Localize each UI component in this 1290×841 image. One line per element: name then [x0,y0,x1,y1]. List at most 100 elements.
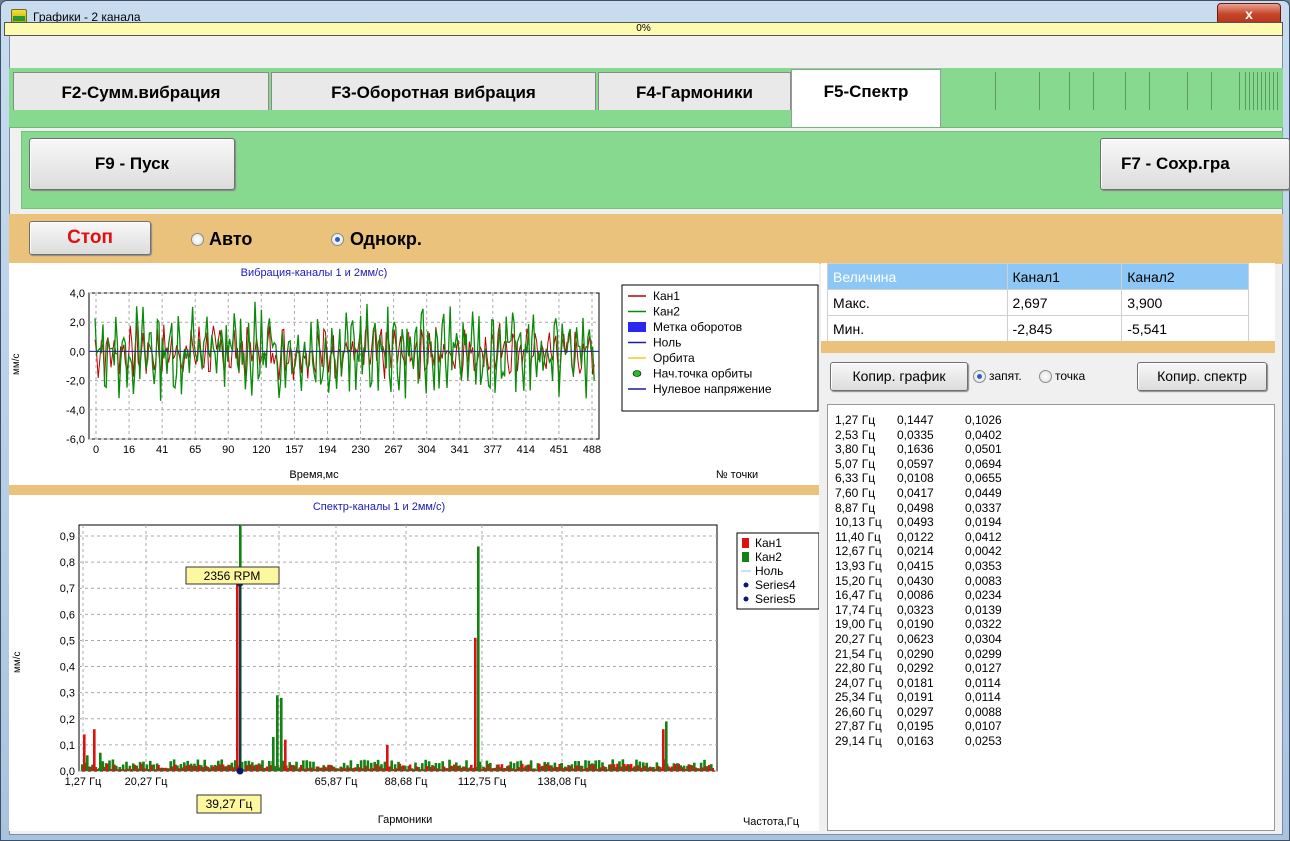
comma-radio[interactable] [973,370,986,383]
legend-swatch [742,538,749,548]
x-tick-label: 0 [93,444,99,456]
single-shot-radio[interactable] [331,233,344,246]
list-channel2-value: 0,0402 [965,427,1002,442]
list-channel2-value: 0,0501 [965,442,1002,457]
stats-table: Величина Канал1 Канал2 Макс. 2,697 3,900… [827,263,1249,342]
list-channel1-value: 0,1447 [897,413,934,427]
list-frequency: 10,13 Гц [835,515,882,530]
list-channel2-value: 0,0088 [965,704,1002,719]
list-channel2-value: 0,0234 [965,588,1002,603]
table-cell: -5,541 [1121,315,1249,342]
spectrum-bar [284,739,287,771]
list-frequency: 26,60 Гц [835,704,882,719]
vibration-chart-title: Вибрация-каналы 1 и 2мм/с) [241,267,388,279]
list-item: 1,27 Гц 0,1447 0,1026 [835,413,1025,428]
list-channel1-value: 0,0108 [897,471,934,486]
list-frequency: 11,40 Гц [835,529,881,544]
list-channel1-value: 0,0498 [897,500,934,515]
list-item: 24,07 Гц 0,0181 0,0114 [835,676,1025,691]
x-tick-label: 230 [351,444,369,456]
list-item: 26,60 Гц 0,0297 0,0088 [835,705,1025,720]
list-channel2-value: 0,0194 [965,515,1002,530]
tab-harmonics[interactable]: F4-Гармоники [598,72,791,110]
legend-label: Кан2 [653,305,680,319]
right-separator [821,341,1275,353]
legend-label: Кан1 [755,536,782,550]
x-tick-label: 1,27 Гц [65,776,102,788]
tab-total-vibration[interactable]: F2-Сумм.вибрация [13,72,269,110]
list-frequency: 7,60 Гц [835,485,876,500]
list-channel1-value: 0,0493 [897,515,934,530]
spectrum-chart-xlabel: Гармоники [378,814,432,826]
auto-label: Авто [209,229,253,249]
y-tick-label: 0,7 [60,583,75,595]
stats-header-channel1: Канал1 [1006,263,1123,290]
x-tick-label: 65 [189,444,201,456]
x-tick-label: 16 [123,444,135,456]
list-item: 13,93 Гц 0,0415 0,0353 [835,559,1025,574]
table-cell: Макс. [827,289,1008,316]
y-tick-label: 2,0 [70,317,85,329]
list-frequency: 17,74 Гц [835,602,882,617]
list-channel1-value: 0,1636 [897,442,934,457]
tab-scroll-marks [949,72,1283,110]
auto-radio[interactable] [191,233,204,246]
list-channel2-value: 0,0114 [965,675,1001,690]
legend-label: Ноль [755,564,783,578]
stop-button[interactable]: Стоп [29,221,151,255]
spectrum-bar [474,637,477,771]
x-tick-label: 488 [583,444,601,456]
copy-spectrum-button[interactable]: Копир. спектр [1137,362,1267,391]
dot-radio[interactable] [1039,370,1052,383]
progress-label: 0% [636,23,651,34]
list-frequency: 2,53 Гц [835,427,876,442]
list-channel1-value: 0,0335 [897,427,934,442]
spectrum-bar [99,752,102,771]
start-button[interactable]: F9 - Пуск [29,138,235,190]
x-tick-label: 267 [384,444,402,456]
list-channel1-value: 0,0597 [897,456,934,471]
spectrum-bar [86,755,89,771]
list-channel2-value: 0,0337 [965,500,1002,515]
chart-separator [9,485,819,495]
list-channel2-value: 0,0655 [965,471,1002,486]
copy-toolbar: Копир. график запят. точка Копир. спектр [821,353,1275,401]
spectrum-bar [83,734,86,771]
y-tick-label: 0,6 [60,609,75,621]
x-tick-label: 414 [517,444,535,456]
rpm-callout-label: 2356 RPM [204,569,261,583]
control-bar: Стоп Авто Однокр. [9,214,1283,264]
legend-label: Нач.точка орбиты [653,367,752,381]
list-channel1-value: 0,0163 [897,734,934,749]
legend-swatch [743,596,749,602]
list-channel1-value: 0,0297 [897,704,934,719]
progress-bar: 0% [4,22,1283,36]
dot-label: точка [1055,369,1086,383]
vibration-chart-corner-label: № точки [716,469,758,481]
toolbar-panel: F9 - Пуск F7 - Сохр.гра [21,131,1290,209]
spectrum-bar [236,580,239,771]
x-tick-label: 194 [318,444,336,456]
spectrum-bar [386,744,389,771]
legend-label: Series5 [755,592,796,606]
spectrum-bar [276,695,279,771]
save-chart-button[interactable]: F7 - Сохр.гра [1100,138,1290,190]
spectrum-chart-title: Спектр-каналы 1 и 2мм/с) [313,501,445,513]
list-item: 7,60 Гц 0,0417 0,0449 [835,486,1025,501]
list-item: 11,40 Гц 0,0122 0,0412 [835,530,1025,545]
list-channel1-value: 0,0292 [897,661,934,676]
copy-chart-button[interactable]: Копир. график [830,362,968,391]
list-item: 8,87 Гц 0,0498 0,0337 [835,501,1025,516]
single-shot-label: Однокр. [350,229,422,249]
list-channel1-value: 0,0623 [897,631,934,646]
y-tick-label: 0,3 [60,688,75,700]
list-channel1-value: 0,0190 [897,617,934,632]
list-frequency: 24,07 Гц [835,675,882,690]
tab-rotational-vibration[interactable]: F3-Оборотная вибрация [271,72,596,110]
list-channel2-value: 0,0304 [965,631,1002,646]
stats-header-row: Величина Канал1 Канал2 [827,263,1249,290]
y-tick-label: 0,5 [60,635,75,647]
list-channel1-value: 0,0290 [897,646,934,661]
table-cell: 3,900 [1121,289,1249,316]
tab-spectrum[interactable]: F5-Спектр [791,69,941,127]
